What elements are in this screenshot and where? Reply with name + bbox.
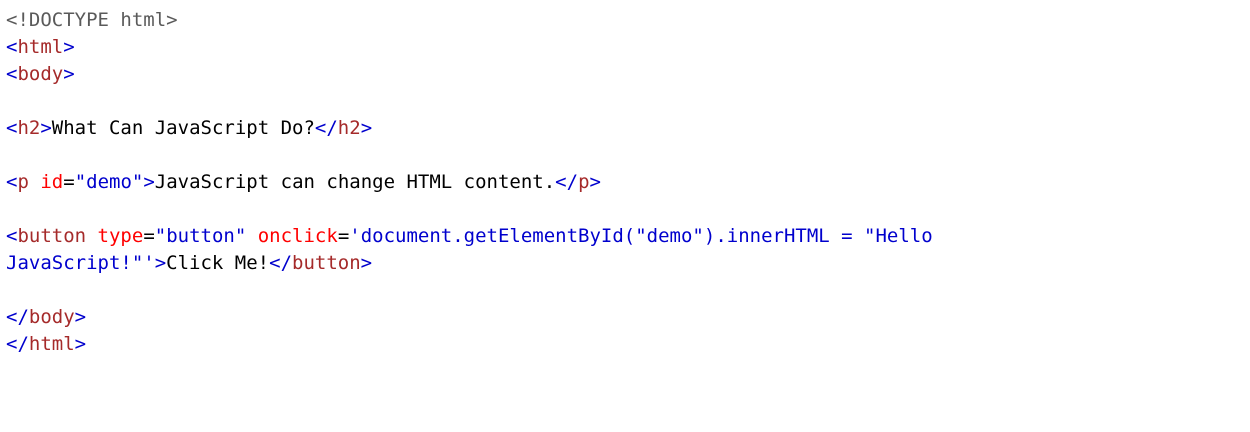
code-token-bracket: > [40,117,52,139]
code-token-attr: onclick [257,225,338,247]
code-token-tag: button [17,225,87,247]
code-token-plain: JavaScript can change HTML content. [154,171,556,193]
code-line: <html> [6,34,1242,61]
code-token-bracket: </ [314,117,338,139]
code-token-bracket: < [6,171,18,193]
code-token-value: "button" [154,225,247,247]
code-token-bracket: < [6,63,18,85]
code-token-bracket: > [63,36,75,58]
code-line: JavaScript!"'>Click Me!</button> [6,250,1242,277]
code-token-tag: p [578,171,590,193]
code-token-bracket: < [6,36,18,58]
code-token-bracket: > [360,252,373,274]
code-token-bracket: > [154,252,167,274]
code-token-bracket: > [589,171,601,193]
code-token-plain: = [143,225,155,247]
code-token-tag: h2 [17,117,41,139]
code-viewer[interactable]: <!DOCTYPE html> <html> <body> <h2>What Can … [6,7,1242,358]
code-line: <p id="demo">JavaScript can change HTML … [6,169,1242,196]
code-line: <body> [6,61,1242,88]
code-token-plain: = [337,225,350,247]
code-token-value: "demo" [74,171,144,193]
code-token-bracket: > [74,333,87,355]
code-token-tag: html [17,36,64,58]
code-token-tag: p [17,171,29,193]
code-token-bracket: </ [6,333,29,355]
code-line: <button type="button" onclick='document.… [6,223,1242,250]
code-token-bracket: > [74,306,87,328]
code-token-value: 'document.getElementById("demo").innerHT… [349,225,933,247]
code-line: </html> [6,331,1242,358]
code-token-tag: h2 [337,117,361,139]
code-token-bracket: </ [269,252,293,274]
code-line: <h2>What Can JavaScript Do?</h2> [6,115,1242,142]
code-line: <!DOCTYPE html> [6,7,1242,34]
code-token-attr: type [97,225,144,247]
code-token-value: JavaScript!"' [6,252,155,274]
code-token-bracket: </ [555,171,579,193]
code-token-bracket: < [6,117,18,139]
code-line: </body> [6,304,1242,331]
code-token-tag: body [28,306,75,328]
code-token-bracket: > [143,171,155,193]
code-token-attr: id [40,171,64,193]
code-token-tag: button [292,252,361,274]
code-token-bracket: </ [6,306,29,328]
code-token-plain: = [63,171,75,193]
code-token-doctype: <!DOCTYPE html> [6,9,178,31]
code-token-bracket: > [63,63,75,85]
code-token-tag: body [17,63,64,85]
code-token-bracket: < [6,225,18,247]
code-token-plain: Click Me! [166,252,270,274]
code-token-bracket: > [360,117,373,139]
code-token-plain: What Can JavaScript Do? [51,117,315,139]
code-token-tag: html [28,333,75,355]
code-lines: <!DOCTYPE html> <html> <body> <h2>What Can … [6,7,1242,358]
